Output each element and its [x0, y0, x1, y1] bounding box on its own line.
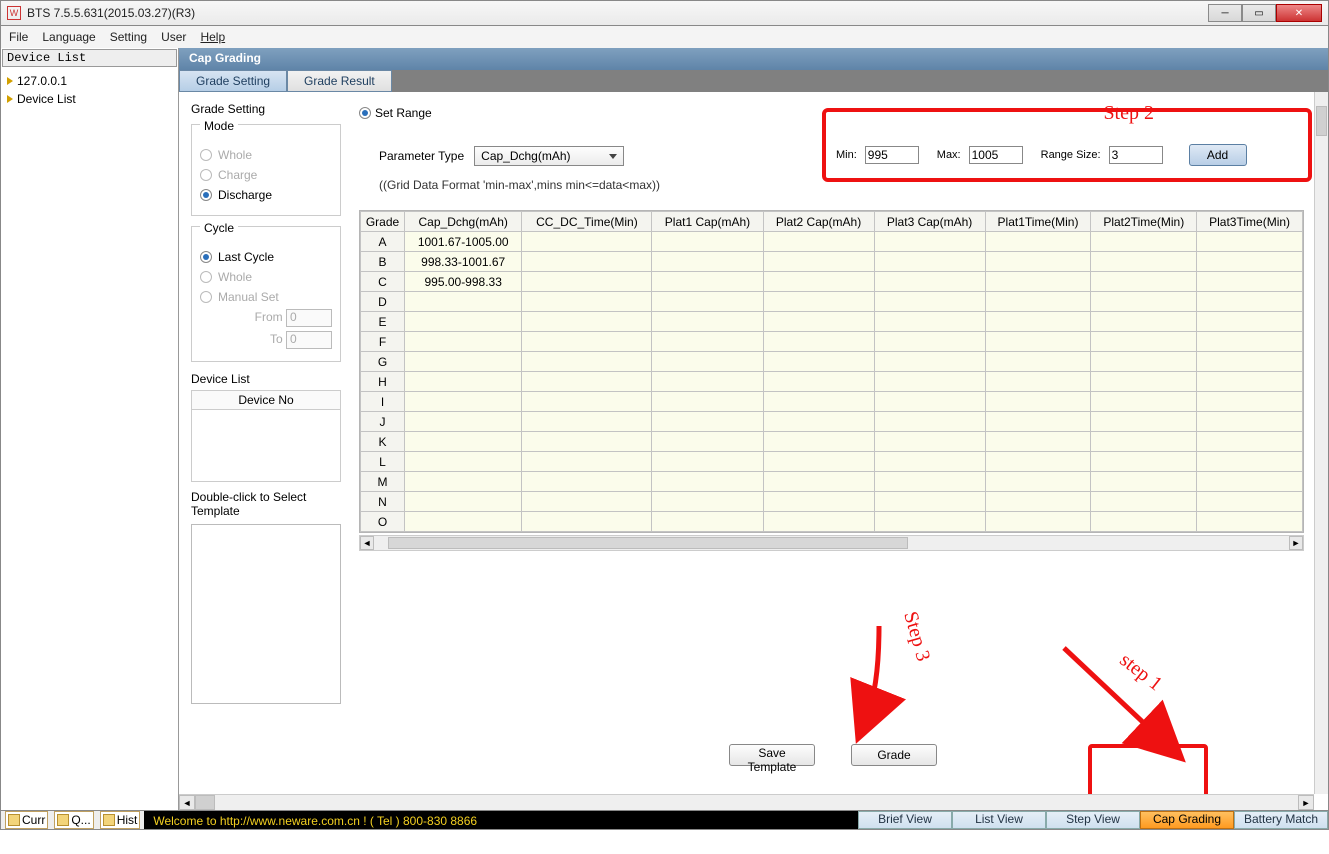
tree-item-devicelist[interactable]: Device List [7, 90, 172, 108]
view-step[interactable]: Step View [1046, 811, 1140, 829]
tab-bar: Grade Setting Grade Result [179, 70, 1328, 92]
status-tab-curr[interactable]: Curr [5, 811, 48, 829]
grade-button[interactable]: Grade [851, 744, 937, 766]
grade-table[interactable]: GradeCap_Dchg(mAh)CC_DC_Time(Min)Plat1 C… [359, 210, 1304, 533]
device-list-header: Device List [2, 49, 177, 67]
table-row[interactable]: F [361, 332, 1303, 352]
range-size-input[interactable] [1109, 146, 1163, 164]
view-cap-grading[interactable]: Cap Grading [1140, 811, 1234, 829]
menu-bar: File Language Setting User Help [0, 26, 1329, 48]
step1-arrow-icon [1044, 638, 1184, 758]
device-no-header: Device No [192, 391, 340, 410]
app-icon: W [7, 6, 21, 20]
expand-icon [7, 77, 13, 85]
col-header[interactable]: Plat2Time(Min) [1091, 212, 1197, 232]
col-header[interactable]: Grade [361, 212, 405, 232]
tree-item-ip[interactable]: 127.0.0.1 [7, 72, 172, 90]
view-battery-match[interactable]: Battery Match [1234, 811, 1328, 829]
step3-label: Step 3 [898, 609, 934, 664]
device-list-panel: Device List 127.0.0.1 Device List [1, 48, 179, 810]
tab-grade-setting[interactable]: Grade Setting [179, 70, 287, 92]
cycle-group: Cycle Last Cycle Whole Manual Set From 0… [191, 226, 341, 362]
minimize-button[interactable]: ─ [1208, 4, 1242, 22]
col-header[interactable]: CC_DC_Time(Min) [522, 212, 652, 232]
menu-language[interactable]: Language [42, 30, 95, 44]
device-list-label: Device List [191, 372, 341, 386]
v-scrollbar[interactable] [1314, 92, 1328, 794]
save-template-button[interactable]: Save Template [729, 744, 815, 766]
table-row[interactable]: D [361, 292, 1303, 312]
menu-setting[interactable]: Setting [110, 30, 147, 44]
menu-user[interactable]: User [161, 30, 186, 44]
title-bar: W BTS 7.5.5.631(2015.03.27)(R3) ─ ▭ ✕ [0, 0, 1329, 26]
table-row[interactable]: M [361, 472, 1303, 492]
tab-icon [57, 814, 69, 826]
col-header[interactable]: Plat1Time(Min) [985, 212, 1091, 232]
param-type-combo[interactable]: Cap_Dchg(mAh) [474, 146, 624, 166]
grade-setting-label: Grade Setting [191, 102, 341, 116]
h-scrollbar[interactable]: ◄► [179, 794, 1314, 810]
grade-setting-sidebar: Grade Setting Mode Whole Charge Discharg… [179, 92, 349, 794]
param-type-label: Parameter Type [379, 149, 464, 163]
col-header[interactable]: Plat3 Cap(mAh) [874, 212, 985, 232]
menu-file[interactable]: File [9, 30, 28, 44]
table-row[interactable]: C995.00-998.33 [361, 272, 1303, 292]
menu-help[interactable]: Help [200, 30, 225, 44]
mode-discharge[interactable]: Discharge [200, 185, 332, 205]
table-row[interactable]: K [361, 432, 1303, 452]
step2-highlight: Min: Max: Range Size: Add [822, 108, 1312, 182]
table-row[interactable]: N [361, 492, 1303, 512]
table-row[interactable]: E [361, 312, 1303, 332]
device-no-list[interactable]: Device No [191, 390, 341, 482]
status-bar: Curr Q... Hist Welcome to http://www.new… [0, 810, 1329, 830]
status-tab-q[interactable]: Q... [54, 811, 93, 829]
template-hint: Double-click to Select Template [191, 490, 341, 518]
panel-title: Cap Grading [179, 48, 1328, 70]
mode-whole[interactable]: Whole [200, 145, 332, 165]
step2-label: Step 2 [1103, 102, 1154, 125]
table-h-scrollbar[interactable]: ◄► [359, 535, 1304, 551]
mode-charge[interactable]: Charge [200, 165, 332, 185]
table-row[interactable]: H [361, 372, 1303, 392]
close-button[interactable]: ✕ [1276, 4, 1322, 22]
tab-icon [8, 814, 20, 826]
col-header[interactable]: Cap_Dchg(mAh) [405, 212, 522, 232]
col-header[interactable]: Plat1 Cap(mAh) [652, 212, 763, 232]
add-button[interactable]: Add [1189, 144, 1247, 166]
cycle-last[interactable]: Last Cycle [200, 247, 332, 267]
table-row[interactable]: G [361, 352, 1303, 372]
window-title: BTS 7.5.5.631(2015.03.27)(R3) [27, 6, 195, 20]
expand-icon [7, 95, 13, 103]
view-list[interactable]: List View [952, 811, 1046, 829]
max-input[interactable] [969, 146, 1023, 164]
maximize-button[interactable]: ▭ [1242, 4, 1276, 22]
tab-grade-result[interactable]: Grade Result [287, 70, 392, 92]
mode-group: Mode Whole Charge Discharge [191, 124, 341, 216]
template-list[interactable] [191, 524, 341, 704]
to-spinner[interactable]: 0 [286, 331, 332, 349]
welcome-marquee: Welcome to http://www.neware.com.cn ! ( … [144, 811, 858, 829]
table-row[interactable]: O [361, 512, 1303, 532]
cycle-manual[interactable]: Manual Set [200, 287, 332, 307]
from-spinner[interactable]: 0 [286, 309, 332, 327]
tab-icon [103, 814, 115, 826]
step3-arrow-icon [839, 616, 899, 736]
table-row[interactable]: I [361, 392, 1303, 412]
col-header[interactable]: Plat3Time(Min) [1197, 212, 1303, 232]
table-row[interactable]: J [361, 412, 1303, 432]
min-input[interactable] [865, 146, 919, 164]
table-row[interactable]: L [361, 452, 1303, 472]
radio-icon [359, 107, 371, 119]
cycle-whole[interactable]: Whole [200, 267, 332, 287]
col-header[interactable]: Plat2 Cap(mAh) [763, 212, 874, 232]
table-row[interactable]: B998.33-1001.67 [361, 252, 1303, 272]
step1-highlight [1088, 744, 1208, 800]
status-tab-hist[interactable]: Hist [100, 811, 141, 829]
view-brief[interactable]: Brief View [858, 811, 952, 829]
table-row[interactable]: A1001.67-1005.00 [361, 232, 1303, 252]
chevron-down-icon [609, 154, 617, 159]
